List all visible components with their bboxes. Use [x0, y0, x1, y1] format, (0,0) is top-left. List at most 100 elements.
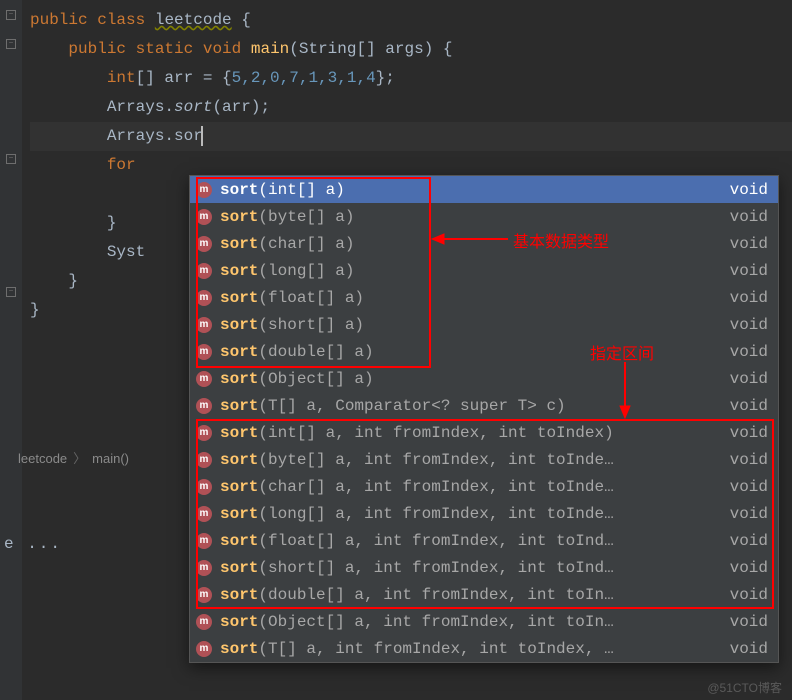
method-icon: m: [196, 533, 212, 549]
method-icon: m: [196, 614, 212, 630]
method-icon: m: [196, 560, 212, 576]
method-signature: (T[] a, Comparator<? super T> c): [258, 397, 565, 415]
autocomplete-item[interactable]: msort(int[] a) void: [190, 176, 778, 203]
code-line: public class leetcode {: [30, 6, 792, 35]
autocomplete-popup[interactable]: msort(int[] a)voidmsort(byte[] a)voidmso…: [189, 175, 779, 663]
method-signature: (byte[] a, int fromIndex, int toInde…: [258, 451, 613, 469]
breadcrumb-method[interactable]: main(): [92, 451, 129, 466]
autocomplete-item[interactable]: msort(long[] a, int fromIndex, int toInd…: [190, 500, 778, 527]
return-type: void: [730, 586, 768, 604]
breadcrumb[interactable]: leetcode 〉 main(): [18, 448, 129, 467]
method-icon: m: [196, 587, 212, 603]
method-signature: (double[] a): [258, 343, 373, 361]
method-name: sort: [220, 343, 258, 361]
autocomplete-item[interactable]: msort(short[] a)void: [190, 311, 778, 338]
autocomplete-item[interactable]: msort(byte[] a) void: [190, 203, 778, 230]
method-name: sort: [220, 478, 258, 496]
return-type: void: [730, 451, 768, 469]
method-name: sort: [220, 586, 258, 604]
method-signature: (Object[] a, int fromIndex, int toIn…: [258, 613, 613, 631]
return-type: void: [730, 370, 768, 388]
code-line: Arrays.sort(arr);: [30, 93, 792, 122]
fold-toggle-icon[interactable]: −: [6, 39, 16, 49]
method-name: sort: [220, 316, 258, 334]
arrow-icon: [616, 360, 634, 420]
method-signature: (Object[] a): [258, 370, 373, 388]
method-name: sort: [220, 235, 258, 253]
method-signature: (short[] a): [258, 316, 364, 334]
method-name: sort: [220, 559, 258, 577]
method-name: sort: [220, 370, 258, 388]
return-type: void: [730, 289, 768, 307]
method-name: sort: [220, 208, 258, 226]
return-type: void: [730, 208, 768, 226]
autocomplete-item[interactable]: msort(short[] a, int fromIndex, int toIn…: [190, 554, 778, 581]
method-name: sort: [220, 640, 258, 658]
autocomplete-item[interactable]: msort(double[] a)void: [190, 338, 778, 365]
autocomplete-item[interactable]: msort(long[] a)void: [190, 257, 778, 284]
method-signature: (float[] a, int fromIndex, int toInd…: [258, 532, 613, 550]
text-caret: [201, 126, 203, 146]
return-type: void: [730, 181, 768, 199]
method-name: sort: [220, 397, 258, 415]
fold-toggle-icon[interactable]: −: [6, 154, 16, 164]
annotation-label: 指定区间: [590, 340, 654, 364]
annotation-label: 基本数据类型: [513, 228, 609, 252]
return-type: void: [730, 640, 768, 658]
method-signature: (char[] a): [258, 235, 354, 253]
code-line: int[] arr = {5,2,0,7,1,3,1,4};: [30, 64, 792, 93]
method-icon: m: [196, 398, 212, 414]
autocomplete-item[interactable]: msort(int[] a, int fromIndex, int toInde…: [190, 419, 778, 446]
method-icon: m: [196, 641, 212, 657]
method-signature: (long[] a): [258, 262, 354, 280]
method-signature: (long[] a, int fromIndex, int toInde…: [258, 505, 613, 523]
breadcrumb-class[interactable]: leetcode: [18, 451, 67, 466]
method-icon: m: [196, 371, 212, 387]
breadcrumb-separator: 〉: [73, 451, 86, 466]
method-name: sort: [220, 181, 258, 199]
code-line-active: Arrays.sor: [30, 122, 792, 151]
method-icon: m: [196, 425, 212, 441]
return-type: void: [730, 343, 768, 361]
method-signature: (T[] a, int fromIndex, int toIndex, …: [258, 640, 613, 658]
method-icon: m: [196, 317, 212, 333]
method-icon: m: [196, 479, 212, 495]
fold-toggle-icon[interactable]: −: [6, 287, 16, 297]
method-name: sort: [220, 262, 258, 280]
autocomplete-item[interactable]: msort(Object[] a, int fromIndex, int toI…: [190, 608, 778, 635]
method-signature: (short[] a, int fromIndex, int toInd…: [258, 559, 613, 577]
method-icon: m: [196, 182, 212, 198]
method-name: sort: [220, 424, 258, 442]
method-name: sort: [220, 613, 258, 631]
method-signature: (int[] a): [258, 181, 344, 199]
autocomplete-item[interactable]: msort(float[] a)void: [190, 284, 778, 311]
method-signature: (double[] a, int fromIndex, int toIn…: [258, 586, 613, 604]
return-type: void: [730, 559, 768, 577]
code-line: public static void main(String[] args) {: [30, 35, 792, 64]
return-type: void: [730, 424, 768, 442]
return-type: void: [730, 262, 768, 280]
autocomplete-item[interactable]: msort(char[] a, int fromIndex, int toInd…: [190, 473, 778, 500]
autocomplete-item[interactable]: msort(byte[] a, int fromIndex, int toInd…: [190, 446, 778, 473]
return-type: void: [730, 235, 768, 253]
method-icon: m: [196, 290, 212, 306]
method-name: sort: [220, 289, 258, 307]
return-type: void: [730, 613, 768, 631]
method-name: sort: [220, 451, 258, 469]
autocomplete-item[interactable]: msort(Object[] a) void: [190, 365, 778, 392]
method-icon: m: [196, 452, 212, 468]
fold-toggle-icon[interactable]: −: [6, 10, 16, 20]
return-type: void: [730, 397, 768, 415]
method-signature: (byte[] a): [258, 208, 354, 226]
arrow-icon: [430, 230, 510, 248]
autocomplete-item[interactable]: msort(float[] a, int fromIndex, int toIn…: [190, 527, 778, 554]
return-type: void: [730, 532, 768, 550]
method-icon: m: [196, 209, 212, 225]
autocomplete-item[interactable]: msort(T[] a, int fromIndex, int toIndex,…: [190, 635, 778, 662]
folded-indicator: e ...: [4, 535, 62, 553]
autocomplete-item[interactable]: msort(double[] a, int fromIndex, int toI…: [190, 581, 778, 608]
autocomplete-item[interactable]: msort(T[] a, Comparator<? super T> c) voi…: [190, 392, 778, 419]
method-name: sort: [220, 505, 258, 523]
method-signature: (char[] a, int fromIndex, int toInde…: [258, 478, 613, 496]
method-name: sort: [220, 532, 258, 550]
